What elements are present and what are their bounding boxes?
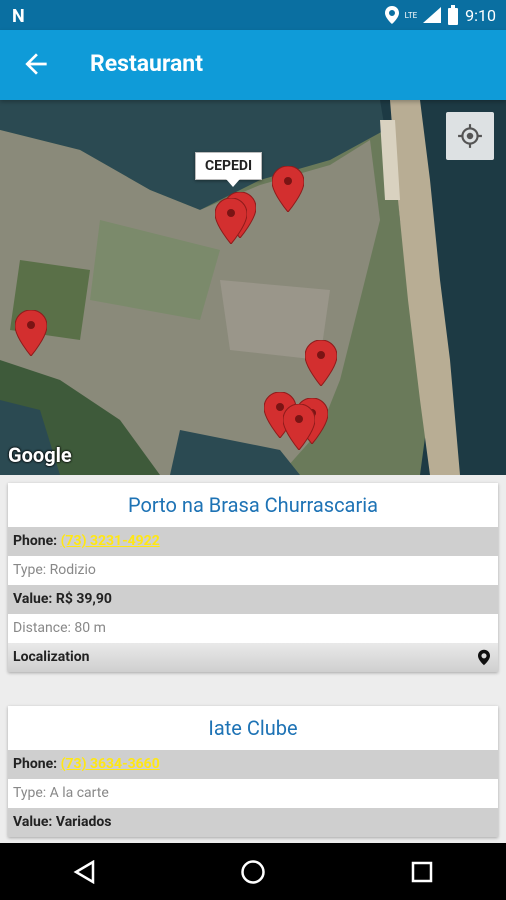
location-icon	[384, 6, 399, 24]
phone-link[interactable]: (73) 3634-3660	[61, 756, 160, 772]
restaurant-name: Iate Clube	[208, 716, 298, 740]
restaurant-card[interactable]: Iate Clube Phone: (73) 3634-3660 Type: A…	[8, 706, 498, 837]
crosshair-icon	[458, 124, 482, 148]
distance-row: Distance: 80 m	[13, 620, 106, 636]
nav-home-button[interactable]	[233, 852, 273, 892]
map-marker-pin[interactable]	[283, 404, 315, 450]
restaurant-list[interactable]: Porto na Brasa Churrascaria Phone: (73) …	[0, 475, 506, 843]
marker-info-window[interactable]: CEPEDI	[195, 152, 263, 187]
nav-recents-button[interactable]	[402, 852, 442, 892]
arrow-left-icon	[25, 53, 47, 75]
app-bar: Restaurant	[0, 30, 506, 100]
value-text: R$ 39,90	[55, 591, 112, 607]
nav-back-button[interactable]	[64, 852, 104, 892]
localization-label: Localization	[13, 649, 90, 665]
restaurant-card[interactable]: Porto na Brasa Churrascaria Phone: (73) …	[8, 483, 498, 672]
circle-home-icon	[241, 859, 265, 884]
page-title: Restaurant	[90, 50, 203, 77]
phone-row: Phone: (73) 3634-3660	[8, 750, 498, 779]
value-text: Variados	[55, 814, 112, 830]
google-attribution: Google	[8, 443, 72, 467]
status-icons: LTE 9:10	[384, 5, 496, 25]
phone-label: Phone:	[13, 533, 58, 549]
value-label: Value:	[13, 814, 53, 830]
value-row: Value: Variados	[8, 808, 498, 837]
value-label: Value:	[13, 591, 53, 607]
status-bar: N LTE 9:10	[0, 0, 506, 30]
map-marker-pin[interactable]	[305, 340, 337, 386]
map-marker-pin[interactable]	[15, 310, 47, 356]
type-row: Type: Rodizio	[13, 562, 96, 578]
back-button[interactable]	[20, 48, 52, 80]
map-marker-pin[interactable]	[215, 198, 247, 244]
clock: 9:10	[465, 5, 496, 25]
location-pin-icon	[478, 649, 490, 666]
map-marker-pin[interactable]	[272, 166, 304, 212]
map-view[interactable]: CEPEDI Google	[0, 100, 506, 475]
my-location-button[interactable]	[446, 112, 494, 160]
phone-row: Phone: (73) 3231-4922	[8, 527, 498, 556]
battery-icon	[448, 5, 459, 25]
type-row: Type: A la carte	[13, 785, 109, 801]
system-nav-bar	[0, 843, 506, 900]
lte-label: LTE	[404, 10, 418, 20]
phone-label: Phone:	[13, 756, 58, 772]
phone-link[interactable]: (73) 3231-4922	[61, 533, 160, 549]
square-recents-icon	[411, 861, 432, 882]
restaurant-name: Porto na Brasa Churrascaria	[128, 493, 378, 517]
signal-icon	[423, 7, 442, 23]
localization-button[interactable]: Localization	[8, 643, 498, 672]
notification-n-icon: N	[12, 6, 25, 27]
value-row: Value: R$ 39,90	[8, 585, 498, 614]
triangle-back-icon	[73, 859, 95, 884]
